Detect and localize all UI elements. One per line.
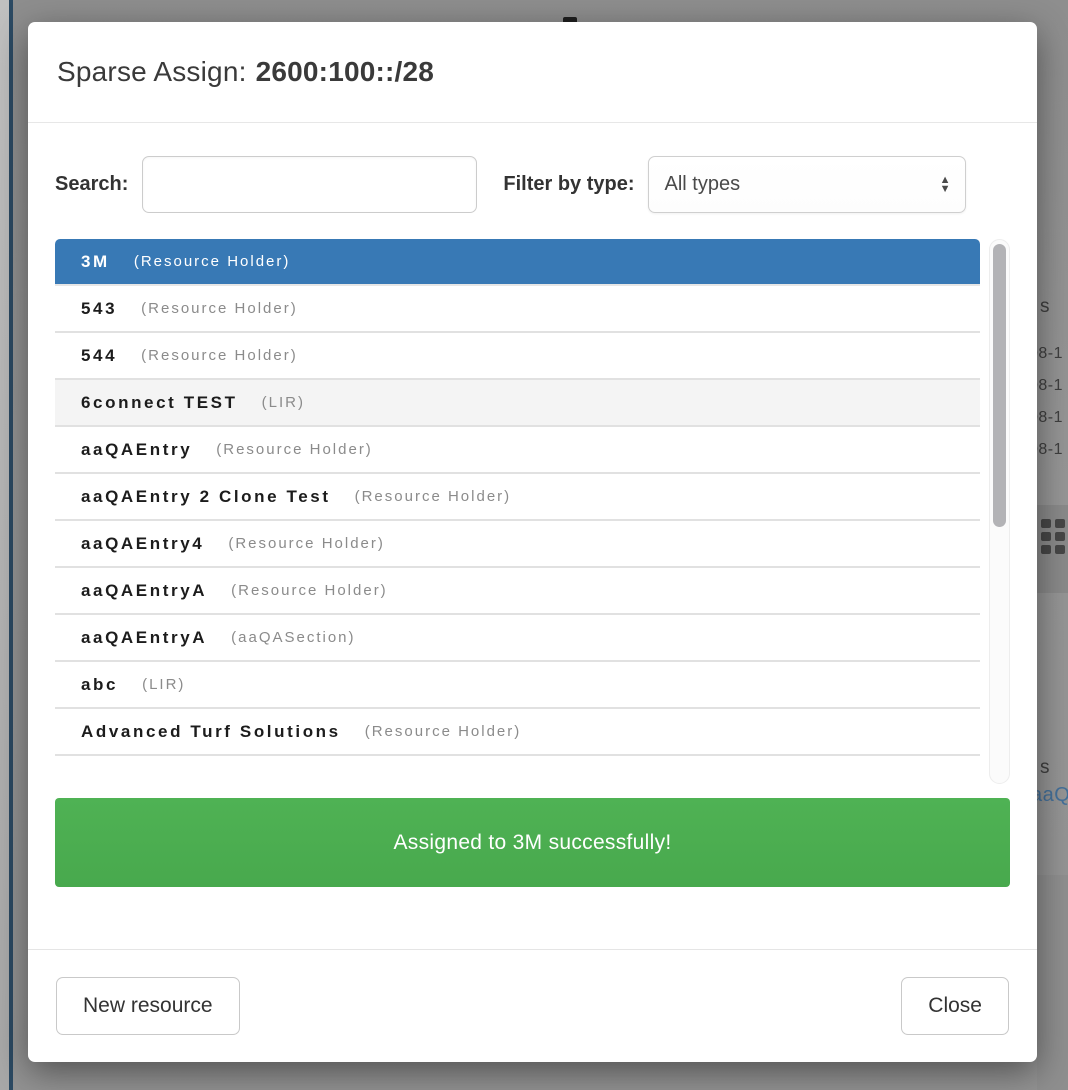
type-filter-selected-value: All types <box>665 173 741 196</box>
resource-type: (aaQASection) <box>231 629 355 646</box>
success-alert-message: Assigned to 3M successfully! <box>393 831 671 855</box>
resource-name: 544 <box>81 346 117 366</box>
resource-name: abc <box>81 675 118 695</box>
grid-icon <box>1041 519 1068 561</box>
type-filter-select[interactable]: All types ▲▼ <box>648 156 966 213</box>
resource-list-item[interactable]: aaQAEntry 2 Clone Test (Resource Holder) <box>55 474 980 521</box>
resource-list-item[interactable]: 543 (Resource Holder) <box>55 286 980 333</box>
resource-list-item[interactable]: aaQAEntryA (Resource Holder) <box>55 568 980 615</box>
resource-type: (Resource Holder) <box>365 723 522 740</box>
resource-name: Advanced Turf Solutions <box>81 722 341 742</box>
resource-list-item[interactable]: aaQAEntry4 (Resource Holder) <box>55 521 980 568</box>
resource-type: (Resource Holder) <box>141 300 298 317</box>
resource-type: (Resource Holder) <box>134 253 291 270</box>
resource-type: (Resource Holder) <box>231 582 388 599</box>
search-input[interactable] <box>142 156 477 213</box>
resource-name: 6connect TEST <box>81 393 238 413</box>
resource-list-wrap: 3M (Resource Holder) 543 (Resource Holde… <box>55 239 1010 784</box>
success-alert: Assigned to 3M successfully! <box>55 798 1010 887</box>
close-button[interactable]: Close <box>901 977 1009 1035</box>
resource-type: (Resource Holder) <box>141 347 298 364</box>
background-page-border-line <box>9 0 13 1090</box>
resource-name: aaQAEntry 2 Clone Test <box>81 487 331 507</box>
background-text-fragment: s <box>1040 296 1050 318</box>
resource-list-item[interactable]: 6connect TEST (LIR) <box>55 380 980 427</box>
background-page-left-strip <box>0 0 9 1090</box>
resource-list-item[interactable]: 3M (Resource Holder) <box>55 239 980 286</box>
resource-list-item[interactable]: aaQAEntry (Resource Holder) <box>55 427 980 474</box>
resource-name: aaQAEntryA <box>81 581 207 601</box>
background-text-fragment: s <box>1040 757 1050 779</box>
new-resource-button[interactable]: New resource <box>56 977 240 1035</box>
resource-list-item[interactable]: Advanced Turf Solutions (Resource Holder… <box>55 709 980 756</box>
resource-list-item[interactable]: aaQAEntryA (aaQASection) <box>55 615 980 662</box>
modal-body: Search: Filter by type: All types ▲▼ 3M … <box>28 123 1037 949</box>
modal-footer: New resource Close <box>28 949 1037 1062</box>
modal-title-prefix: Sparse Assign: <box>57 56 247 87</box>
resource-name: aaQAEntryA <box>81 628 207 648</box>
list-scrollbar-thumb[interactable] <box>993 244 1006 527</box>
resource-type: (Resource Holder) <box>355 488 512 505</box>
list-scrollbar-track[interactable] <box>989 239 1010 784</box>
select-spinner-icon: ▲▼ <box>940 176 951 194</box>
resource-name: aaQAEntry4 <box>81 534 204 554</box>
resource-list: 3M (Resource Holder) 543 (Resource Holde… <box>55 239 980 784</box>
resource-type: (LIR) <box>142 676 185 693</box>
modal-title: Sparse Assign: 2600:100::/28 <box>57 56 434 88</box>
search-label: Search: <box>55 173 128 196</box>
modal-header: Sparse Assign: 2600:100::/28 <box>28 22 1037 123</box>
filter-by-type-label: Filter by type: <box>503 173 634 196</box>
resource-name: 543 <box>81 299 117 319</box>
resource-list-item[interactable]: 544 (Resource Holder) <box>55 333 980 380</box>
resource-type: (LIR) <box>262 394 305 411</box>
resource-name: 3M <box>81 252 110 272</box>
search-filter-row: Search: Filter by type: All types ▲▼ <box>55 156 1010 213</box>
background-band <box>1037 875 1068 1090</box>
resource-type: (Resource Holder) <box>228 535 385 552</box>
resource-type: (Resource Holder) <box>216 441 373 458</box>
modal-title-resource: 2600:100::/28 <box>256 56 435 87</box>
resource-list-item[interactable]: abc (LIR) <box>55 662 980 709</box>
resource-name: aaQAEntry <box>81 440 192 460</box>
sparse-assign-modal: Sparse Assign: 2600:100::/28 Search: Filt… <box>28 22 1037 1062</box>
